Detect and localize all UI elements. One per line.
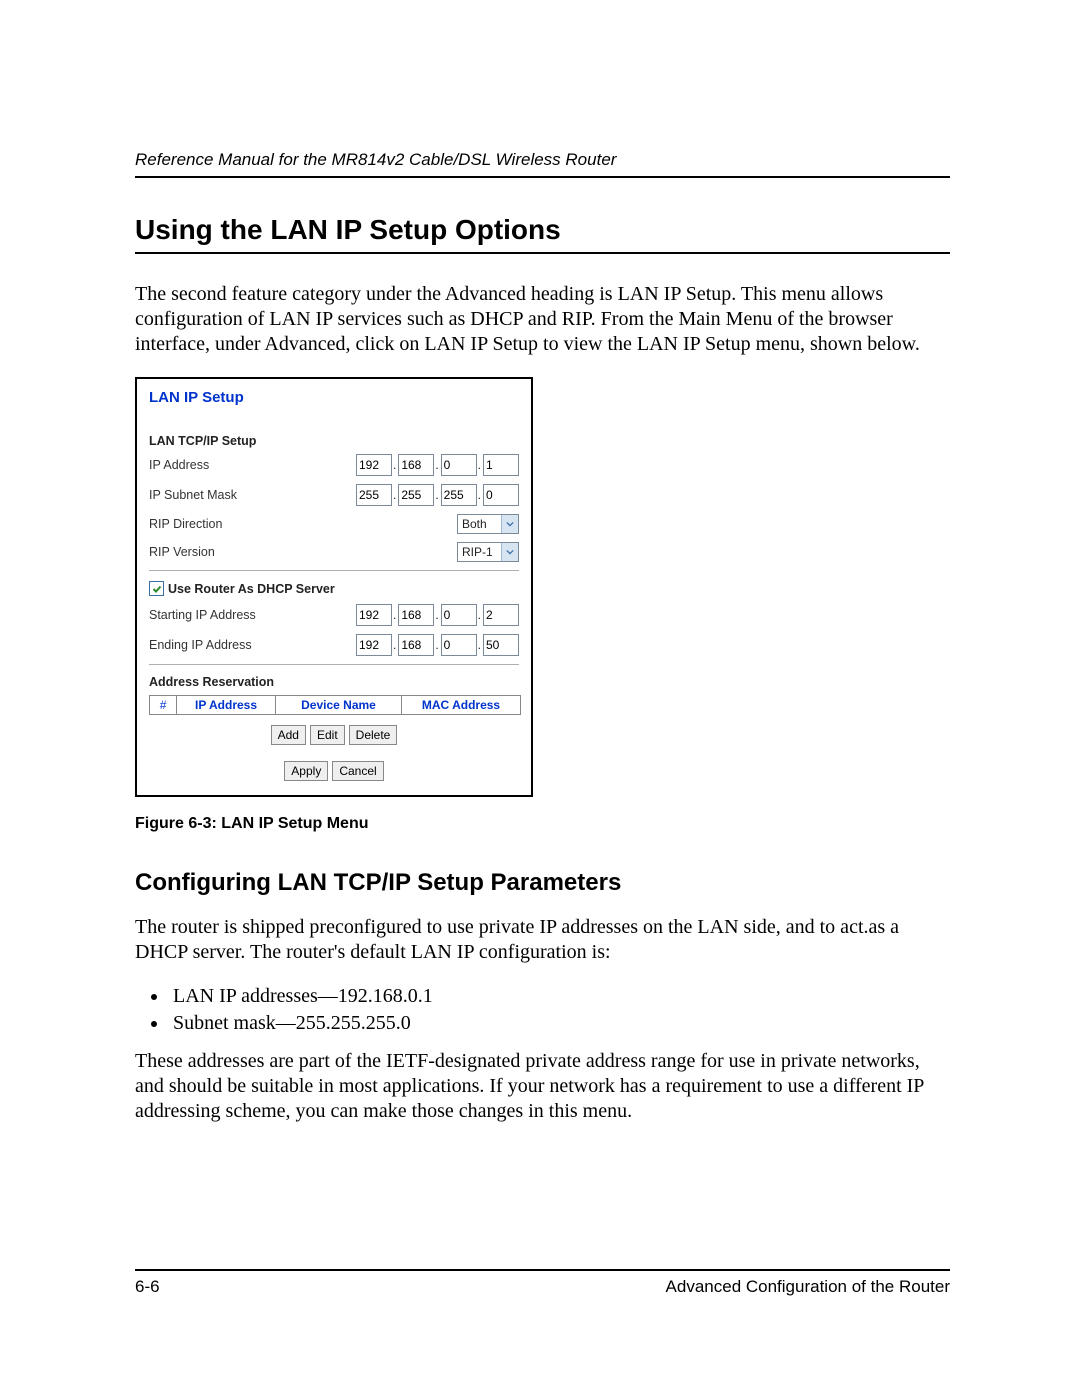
rip-direction-value: Both: [458, 517, 501, 531]
col-device: Device Name: [276, 696, 402, 714]
list-item: LAN IP addresses—192.168.0.1: [169, 985, 950, 1008]
page-number: 6-6: [135, 1277, 160, 1297]
subnet-label: IP Subnet Mask: [149, 488, 356, 502]
rip-direction-select[interactable]: Both: [457, 514, 519, 534]
end-ip-label: Ending IP Address: [149, 638, 356, 652]
ip-octet-1[interactable]: [356, 454, 392, 476]
page-footer: 6-6 Advanced Configuration of the Router: [135, 1269, 950, 1297]
start-ip-label: Starting IP Address: [149, 608, 356, 622]
subsection-heading: Configuring LAN TCP/IP Setup Parameters: [135, 869, 950, 897]
subsection-para2: These addresses are part of the IETF-des…: [135, 1049, 950, 1124]
rip-direction-label: RIP Direction: [149, 517, 457, 531]
subnet-octet-4[interactable]: [483, 484, 519, 506]
panel-title: LAN IP Setup: [149, 389, 519, 406]
subsection-para1: The router is shipped preconfigured to u…: [135, 915, 950, 965]
chapter-title: Advanced Configuration of the Router: [666, 1277, 950, 1297]
subnet-fields: . . .: [356, 484, 519, 506]
start-ip-octet-3[interactable]: [441, 604, 477, 626]
chevron-down-icon: [501, 543, 518, 561]
section-heading: Using the LAN IP Setup Options: [135, 214, 950, 254]
start-ip-fields: . . .: [356, 604, 519, 626]
end-ip-octet-3[interactable]: [441, 634, 477, 656]
chevron-down-icon: [501, 515, 518, 533]
subnet-octet-2[interactable]: [398, 484, 434, 506]
tcpip-heading: LAN TCP/IP Setup: [149, 434, 519, 448]
reservation-heading: Address Reservation: [149, 675, 519, 689]
add-button[interactable]: Add: [271, 725, 306, 745]
ip-octet-2[interactable]: [398, 454, 434, 476]
dhcp-checkbox[interactable]: [149, 581, 164, 596]
start-ip-octet-4[interactable]: [483, 604, 519, 626]
end-ip-fields: . . .: [356, 634, 519, 656]
figure: LAN IP Setup LAN TCP/IP Setup IP Address…: [135, 377, 950, 833]
check-icon: [152, 584, 162, 594]
end-ip-octet-2[interactable]: [398, 634, 434, 656]
list-item: Subnet mask—255.255.255.0: [169, 1012, 950, 1035]
cancel-button[interactable]: Cancel: [332, 761, 383, 781]
reservation-table: # IP Address Device Name MAC Address: [149, 695, 521, 715]
rip-version-value: RIP-1: [458, 545, 501, 559]
end-ip-octet-4[interactable]: [483, 634, 519, 656]
figure-caption: Figure 6-3: LAN IP Setup Menu: [135, 815, 950, 833]
subnet-octet-1[interactable]: [356, 484, 392, 506]
ip-address-label: IP Address: [149, 458, 356, 472]
delete-button[interactable]: Delete: [349, 725, 398, 745]
intro-paragraph: The second feature category under the Ad…: [135, 282, 950, 357]
dhcp-checkbox-label: Use Router As DHCP Server: [168, 582, 335, 596]
divider: [149, 664, 519, 665]
start-ip-octet-2[interactable]: [398, 604, 434, 626]
rip-version-label: RIP Version: [149, 545, 457, 559]
divider: [149, 570, 519, 571]
col-ip: IP Address: [177, 696, 276, 714]
lan-ip-setup-screenshot: LAN IP Setup LAN TCP/IP Setup IP Address…: [135, 377, 533, 797]
ip-address-fields: . . .: [356, 454, 519, 476]
col-mac: MAC Address: [402, 696, 520, 714]
start-ip-octet-1[interactable]: [356, 604, 392, 626]
edit-button[interactable]: Edit: [310, 725, 345, 745]
bullet-list: LAN IP addresses—192.168.0.1 Subnet mask…: [135, 985, 950, 1035]
subnet-octet-3[interactable]: [441, 484, 477, 506]
col-hash: #: [150, 696, 177, 714]
running-header: Reference Manual for the MR814v2 Cable/D…: [135, 150, 950, 178]
end-ip-octet-1[interactable]: [356, 634, 392, 656]
apply-button[interactable]: Apply: [284, 761, 328, 781]
ip-octet-4[interactable]: [483, 454, 519, 476]
ip-octet-3[interactable]: [441, 454, 477, 476]
rip-version-select[interactable]: RIP-1: [457, 542, 519, 562]
